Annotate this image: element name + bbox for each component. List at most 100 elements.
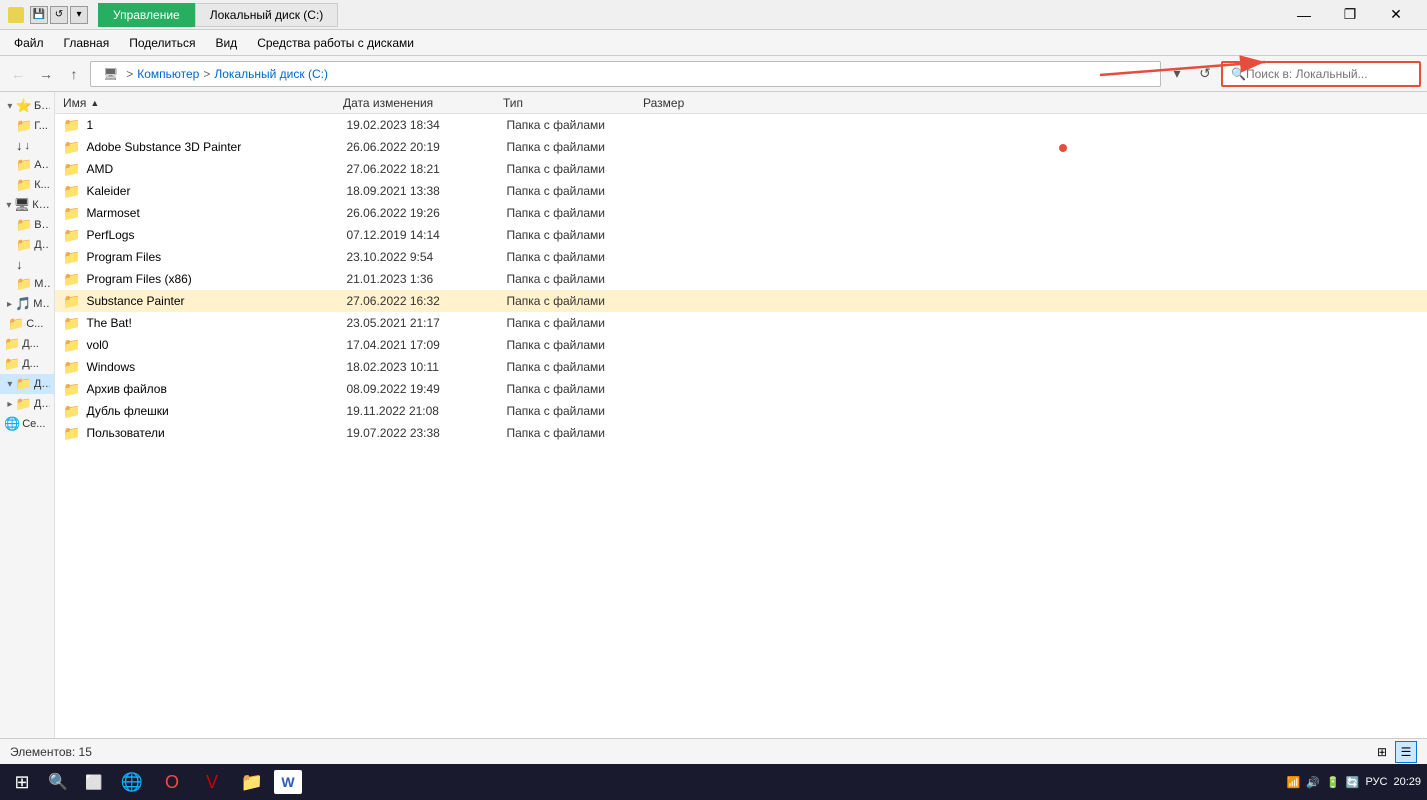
folder-icon: 📁 <box>16 118 32 134</box>
taskbar-chrome[interactable]: 🌐 <box>114 766 150 798</box>
nav-item-4[interactable]: 📁 К... <box>0 175 54 195</box>
tab-local-disk[interactable]: Локальный диск (C:) <box>195 3 339 27</box>
nav-item-1[interactable]: 📁 Г... <box>0 116 54 136</box>
menu-share[interactable]: Поделиться <box>119 33 205 53</box>
folder-icon: 📁 <box>63 161 80 178</box>
col-header-name[interactable]: Имя ▲ <box>63 96 343 110</box>
nav-item-6[interactable]: 📁 Д... <box>0 235 54 255</box>
table-row[interactable]: 📁 AMD 27.06.2022 18:21 Папка с файлами <box>55 158 1427 180</box>
table-row[interactable]: 📁 Архив файлов 08.09.2022 19:49 Папка с … <box>55 378 1427 400</box>
nav-item-3[interactable]: 📁 А... <box>0 155 54 175</box>
dropdown-quick-btn[interactable]: ▾ <box>70 6 88 24</box>
table-row[interactable]: 📁 Program Files 23.10.2022 9:54 Папка с … <box>55 246 1427 268</box>
nav-item-8[interactable]: 📁 М... <box>0 274 54 294</box>
table-row[interactable]: 📁 Program Files (x86) 21.01.2023 1:36 Па… <box>55 268 1427 290</box>
address-computer[interactable]: Компьютер <box>137 67 199 81</box>
search-icon: 🔍 <box>1231 67 1246 81</box>
file-list: Имя ▲ Дата изменения Тип Размер 📁 1 19.0… <box>55 92 1427 738</box>
search-taskbar-btn[interactable]: 🔍 <box>42 766 74 798</box>
taskbar-vivaldi[interactable]: V <box>194 766 230 798</box>
table-row[interactable]: 📁 The Bat! 23.05.2021 21:17 Папка с файл… <box>55 312 1427 334</box>
menu-home[interactable]: Главная <box>54 33 120 53</box>
title-bar-left: 💾 ↺ ▾ <box>8 6 88 24</box>
file-name: The Bat! <box>86 316 346 330</box>
col-header-size[interactable]: Размер <box>643 96 743 110</box>
back-button[interactable]: ← <box>6 62 30 86</box>
taskbar-explorer[interactable]: 📁 <box>234 766 270 798</box>
taskbar-right: 📶 🔊 🔋 🔄 РУС 20:29 <box>1287 776 1421 789</box>
table-row[interactable]: 📁 Пользователи 19.07.2022 23:38 Папка с … <box>55 422 1427 444</box>
nav-item-7[interactable]: ↓ <box>0 255 54 274</box>
file-type: Папка с файлами <box>506 140 646 154</box>
nav-item-9[interactable]: 📁 С... <box>0 314 54 334</box>
folder-icon: 📁 <box>63 205 80 222</box>
taskbar-opera[interactable]: O <box>154 766 190 798</box>
start-button[interactable]: ⊞ <box>6 766 38 798</box>
file-date: 18.02.2023 10:11 <box>346 360 506 374</box>
table-row[interactable]: 📁 Windows 18.02.2023 10:11 Папка с файла… <box>55 356 1427 378</box>
folder-icon: 📁 <box>63 337 80 354</box>
table-row[interactable]: 📁 Marmoset 26.06.2022 19:26 Папка с файл… <box>55 202 1427 224</box>
file-type: Папка с файлами <box>506 228 646 242</box>
table-row[interactable]: 📁 Дубль флешки 19.11.2022 21:08 Папка с … <box>55 400 1427 422</box>
folder-icon: 📁 <box>63 359 80 376</box>
file-type: Папка с файлами <box>506 404 646 418</box>
nav-item-selected[interactable]: ▾ 📁 Д... <box>0 374 54 394</box>
folder-icon: 📁 <box>63 381 80 398</box>
tab-manage[interactable]: Управление <box>98 3 195 27</box>
folder-icon: 📁 <box>63 293 80 310</box>
undo-quick-btn[interactable]: ↺ <box>50 6 68 24</box>
music-icon: 🎵 <box>15 296 31 312</box>
search-box[interactable]: 🔍 <box>1221 61 1421 87</box>
up-button[interactable]: ↑ <box>62 62 86 86</box>
table-row[interactable]: 📁 Adobe Substance 3D Painter 26.06.2022 … <box>55 136 1427 158</box>
table-row[interactable]: 📁 1 19.02.2023 18:34 Папка с файлами <box>55 114 1427 136</box>
taskbar-update-icon: 🔄 <box>1346 776 1360 789</box>
large-icons-view-btn[interactable]: ⊞ <box>1371 741 1393 763</box>
table-row[interactable]: 📁 Substance Painter 27.06.2022 16:32 Пап… <box>55 290 1427 312</box>
table-row[interactable]: 📁 PerfLogs 07.12.2019 14:14 Папка с файл… <box>55 224 1427 246</box>
refresh-button[interactable]: ↺ <box>1193 62 1217 86</box>
table-row[interactable]: 📁 Kaleider 18.09.2021 13:38 Папка с файл… <box>55 180 1427 202</box>
file-name: PerfLogs <box>86 228 346 242</box>
minimize-button[interactable]: — <box>1281 0 1327 30</box>
taskbar-clock[interactable]: 20:29 <box>1393 776 1421 788</box>
menu-view[interactable]: Вид <box>205 33 247 53</box>
file-date: 17.04.2021 17:09 <box>346 338 506 352</box>
taskbar-word[interactable]: W <box>274 770 302 794</box>
col-header-date[interactable]: Дата изменения <box>343 96 503 110</box>
nav-item-11[interactable]: 📁 Д... <box>0 354 54 374</box>
file-name: Дубль флешки <box>86 404 346 418</box>
address-bar[interactable]: 🖥 > Компьютер > Локальный диск (C:) <box>90 61 1161 87</box>
nav-item-favorites[interactable]: ▾ ⭐ Б... <box>0 96 54 116</box>
search-input[interactable] <box>1246 67 1411 81</box>
file-name: Program Files (x86) <box>86 272 346 286</box>
nav-item-2[interactable]: ↓ ↓ <box>0 136 54 155</box>
nav-item-computer[interactable]: ▾ 🖥 Ко... <box>0 195 54 215</box>
menu-disk-tools[interactable]: Средства работы с дисками <box>247 33 424 53</box>
column-headers: Имя ▲ Дата изменения Тип Размер <box>55 92 1427 114</box>
file-date: 23.10.2022 9:54 <box>346 250 506 264</box>
file-type: Папка с файлами <box>506 294 646 308</box>
maximize-button[interactable]: ❐ <box>1327 0 1373 30</box>
nav-item-12[interactable]: ▸ 📁 Д... <box>0 394 54 414</box>
details-view-btn[interactable]: ☰ <box>1395 741 1417 763</box>
expand-icon: ▸ <box>4 399 16 410</box>
forward-button[interactable]: → <box>34 62 58 86</box>
col-header-type[interactable]: Тип <box>503 96 643 110</box>
file-type: Папка с файлами <box>506 316 646 330</box>
file-date: 19.07.2022 23:38 <box>346 426 506 440</box>
address-local-disk[interactable]: Локальный диск (C:) <box>214 67 328 81</box>
close-button[interactable]: ✕ <box>1373 0 1419 30</box>
task-view-btn[interactable]: ⬜ <box>78 766 110 798</box>
folder-icon: 📁 <box>63 249 80 266</box>
taskbar-lang[interactable]: РУС <box>1365 776 1387 788</box>
nav-item-5[interactable]: 📁 В... <box>0 215 54 235</box>
nav-item-music[interactable]: ▸ 🎵 М... <box>0 294 54 314</box>
save-quick-btn[interactable]: 💾 <box>30 6 48 24</box>
menu-file[interactable]: Файл <box>4 33 54 53</box>
nav-item-10[interactable]: 📁 Д... <box>0 334 54 354</box>
table-row[interactable]: 📁 vol0 17.04.2021 17:09 Папка с файлами <box>55 334 1427 356</box>
nav-item-network[interactable]: 🌐 Се... <box>0 414 54 434</box>
dropdown-address-button[interactable]: ▾ <box>1165 62 1189 86</box>
